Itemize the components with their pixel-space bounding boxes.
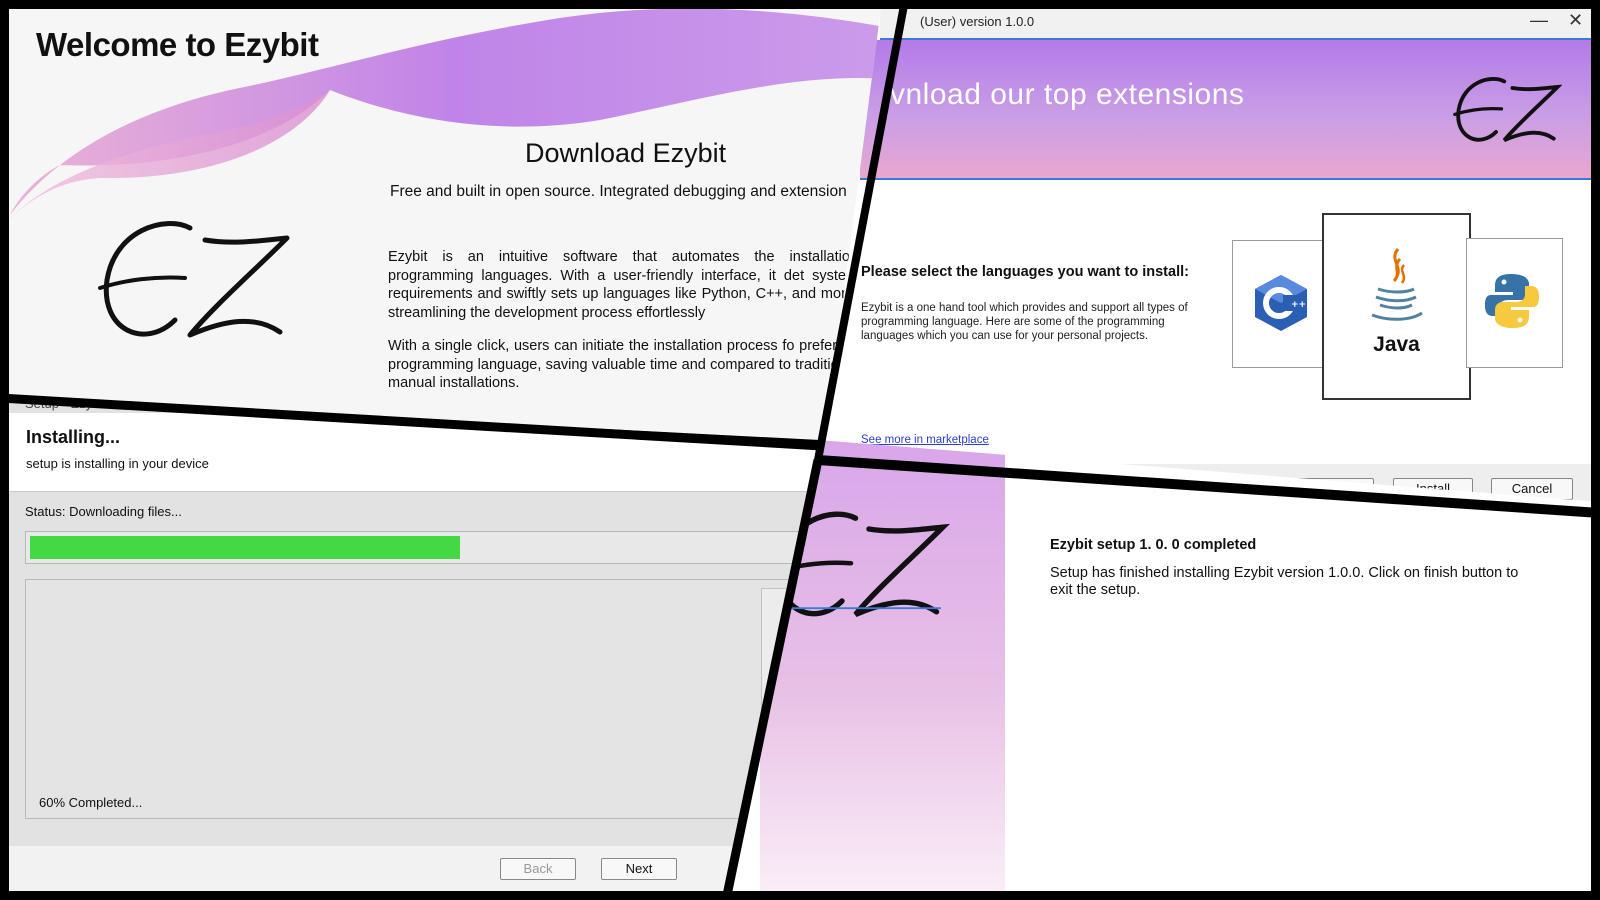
language-label-java: Java [1373,333,1420,356]
java-icon [1371,248,1423,321]
language-description: Ezybit is a one hand tool which provides… [861,302,1188,342]
language-prompt: Please select the languages you want to … [861,264,1189,280]
minimize-icon[interactable]: — [1530,10,1548,31]
completed-text: Setup has finished installing Ezybit ver… [1050,565,1519,598]
welcome-title: Welcome to Ezybit [36,26,319,63]
banner-heading: vnload our top extensions [890,78,1245,111]
installing-panel: Setup - Ezybit 1. 0. 0 Installing... set… [0,398,822,900]
download-subtitle: Free and built in open source. Integrate… [390,183,847,200]
python-icon [1485,274,1539,328]
language-card-cpp[interactable]: ++ [1232,240,1326,368]
ez-logo-icon [95,210,295,355]
installing-subheading: setup is installing in your device [26,456,209,471]
language-card-java[interactable]: Java [1322,213,1471,400]
progress-bar [25,531,817,564]
close-icon[interactable]: ✕ [1568,10,1583,31]
completed-heading: Ezybit setup 1. 0. 0 completed [1050,537,1257,553]
next-button[interactable]: Next [601,858,677,880]
installing-heading: Installing... [26,427,121,447]
status-text: Status: Downloading files... [25,504,182,519]
window-title: (User) version 1.0.0 [920,14,1035,29]
intro-paragraph-1: Ezybit is an intuitive software that aut… [388,249,858,321]
progress-fill [30,536,461,559]
back-button[interactable]: Back [500,858,576,880]
language-card-python[interactable] [1466,238,1563,368]
intro-paragraph-2: With a single click, users can initiate … [388,338,858,391]
cpp-icon: ++ [1255,275,1307,331]
installing-button-bar: Back Next [0,846,822,900]
download-title: Download Ezybit [525,138,727,168]
extensions-banner: vnload our top extensions [860,40,1600,180]
marketplace-link[interactable]: See more in marketplace [861,434,989,446]
ez-logo-icon [1452,70,1563,155]
install-log [25,579,817,819]
window-titlebar: (User) version 1.0.0 — ✕ [880,8,1600,40]
welcome-panel: Welcome to Ezybit Download Ezybit Free a… [0,0,900,440]
svg-text:++: ++ [1291,300,1306,310]
percent-completed: 60% Completed... [39,795,143,810]
